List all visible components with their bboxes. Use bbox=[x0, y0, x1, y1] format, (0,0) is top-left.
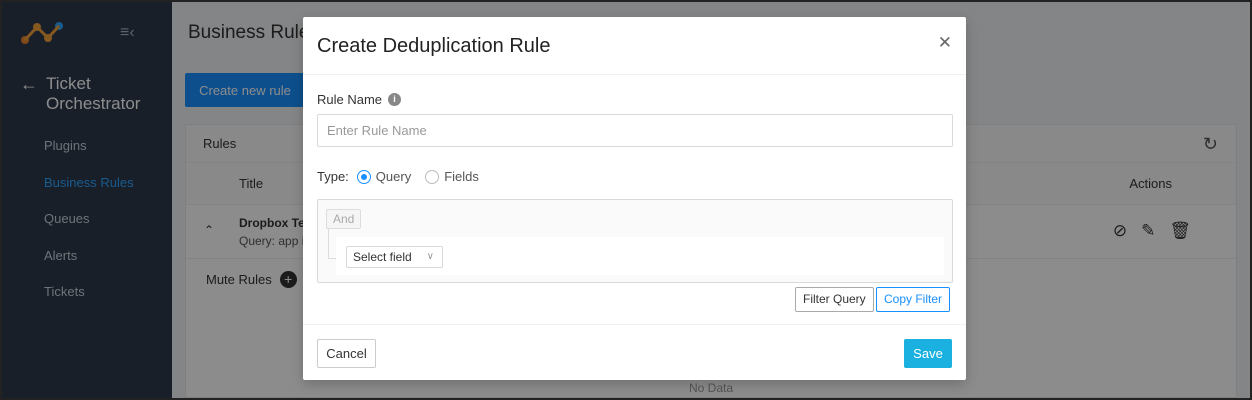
select-field-dropdown[interactable]: Select field ∨ bbox=[346, 246, 443, 268]
query-rule: Select field ∨ bbox=[336, 237, 944, 275]
info-icon[interactable]: i bbox=[388, 93, 402, 106]
rule-name-input[interactable] bbox=[317, 114, 953, 147]
filter-query-button[interactable]: Filter Query bbox=[795, 287, 874, 312]
type-label: Type: bbox=[317, 169, 349, 184]
radio-query[interactable] bbox=[356, 169, 371, 184]
app-frame: ≡‹ ← Ticket Orchestrator Plugins Busines… bbox=[0, 0, 1252, 400]
and-combinator-button[interactable]: And bbox=[326, 209, 362, 229]
close-icon[interactable]: ✕ bbox=[938, 33, 952, 53]
cancel-button[interactable]: Cancel bbox=[317, 339, 376, 368]
radio-fields[interactable] bbox=[425, 169, 440, 184]
rule-name-label: Rule Name bbox=[317, 92, 383, 107]
save-button[interactable]: Save bbox=[904, 339, 952, 368]
type-option-query[interactable]: Query bbox=[356, 169, 411, 184]
modal-footer: Cancel Save bbox=[303, 324, 966, 380]
type-option-fields[interactable]: Fields bbox=[425, 169, 479, 184]
modal-header: Create Deduplication Rule ✕ bbox=[303, 17, 966, 75]
create-dedup-rule-modal: Create Deduplication Rule ✕ Rule Name i … bbox=[303, 17, 966, 380]
rule-name-label-row: Rule Name i bbox=[317, 92, 402, 107]
modal-title: Create Deduplication Rule bbox=[317, 35, 551, 57]
query-builder: And Select field ∨ bbox=[317, 199, 953, 283]
chevron-down-icon: ∨ bbox=[426, 251, 434, 262]
copy-filter-button[interactable]: Copy Filter bbox=[876, 287, 951, 312]
type-row: Type: Query Fields bbox=[317, 169, 485, 184]
